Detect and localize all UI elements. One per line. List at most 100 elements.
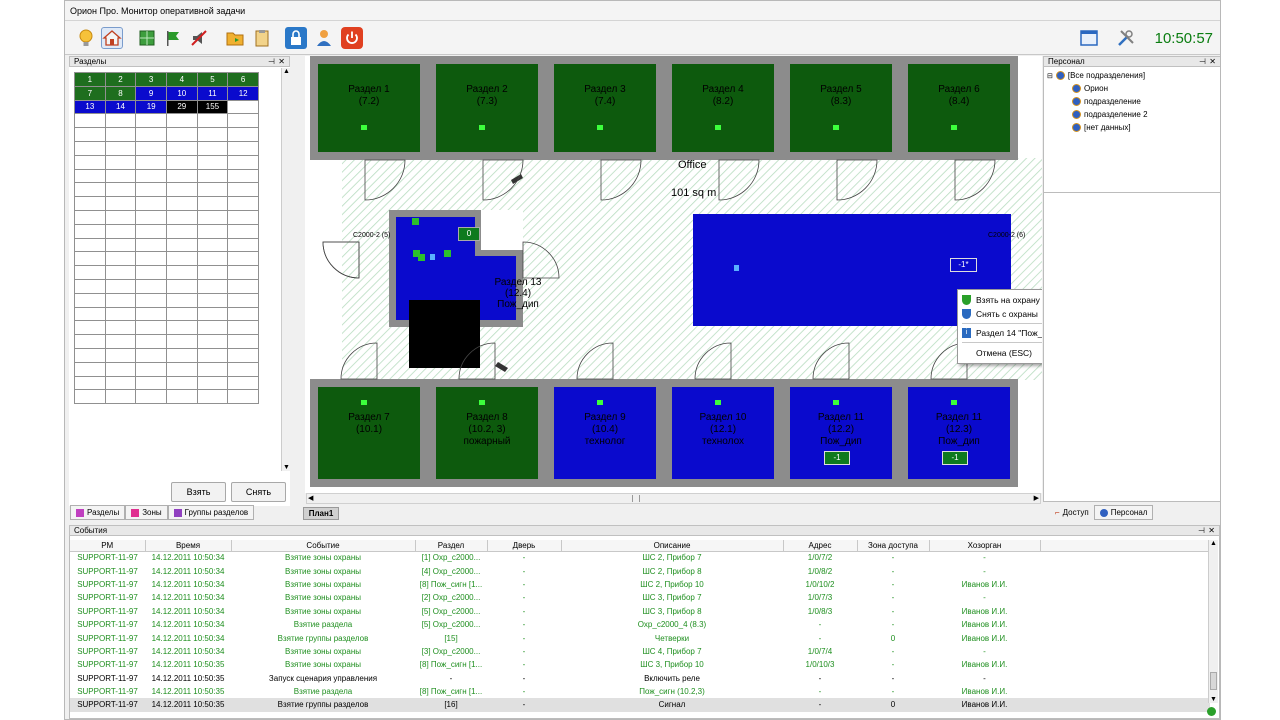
section-cell[interactable]: [227, 127, 259, 142]
scroll-thumb[interactable]: [632, 495, 640, 502]
tab-personnel[interactable]: Персонал: [1093, 505, 1154, 520]
column-header[interactable]: Событие: [231, 540, 416, 552]
table-row[interactable]: SUPPORT-11-97 14.12.2011 10:50:35 Взятие г…: [70, 698, 1210, 712]
section-cell[interactable]: [165, 292, 198, 308]
room-bottom-2[interactable]: Раздел 8 (10.2, 3) пожарный: [436, 412, 538, 448]
lightbulb-icon[interactable]: [75, 27, 97, 49]
section-cell[interactable]: [104, 265, 137, 280]
events-scrollbar[interactable]: ▲ ▼: [1208, 540, 1218, 703]
flag-icon[interactable]: [162, 27, 184, 49]
section-cell[interactable]: [74, 127, 106, 142]
section-cell[interactable]: [196, 306, 229, 322]
table-row[interactable]: SUPPORT-11-97 14.12.2011 10:50:34 Взятие з…: [70, 591, 1210, 604]
tree-item-department-2[interactable]: подразделение 2: [1072, 110, 1148, 119]
window-icon[interactable]: [1078, 27, 1100, 49]
section-cell[interactable]: [227, 347, 259, 363]
section-cell[interactable]: 2: [104, 72, 137, 87]
section-cell[interactable]: 5: [196, 72, 229, 87]
section-cell[interactable]: [104, 223, 137, 239]
pin-icon[interactable]: ⊣: [1198, 526, 1205, 535]
section-cell[interactable]: [227, 334, 259, 349]
section-cell[interactable]: [196, 223, 229, 239]
section-cell[interactable]: [74, 389, 106, 405]
tree-item-department[interactable]: подразделение: [1072, 97, 1141, 106]
pin-icon[interactable]: ⊣: [268, 57, 275, 66]
room-bottom-6[interactable]: Раздел 11 (12.3) Пож_дип: [908, 412, 1010, 448]
section-cell[interactable]: [74, 113, 106, 129]
section-cell[interactable]: [227, 140, 259, 156]
section-cell[interactable]: 13: [74, 99, 106, 115]
section-cell[interactable]: [74, 306, 106, 322]
column-header[interactable]: Описание: [561, 540, 784, 552]
tab-sections[interactable]: Разделы: [70, 505, 126, 520]
section-cell[interactable]: [135, 182, 167, 198]
section-cell[interactable]: [104, 361, 137, 377]
section-cell[interactable]: [165, 196, 198, 211]
scroll-down-icon[interactable]: ▼: [283, 464, 290, 471]
section-cell[interactable]: [74, 320, 106, 336]
section-cell[interactable]: [196, 209, 229, 225]
scroll-down-icon[interactable]: ▼: [1210, 696, 1217, 703]
collapse-icon[interactable]: ⊟: [1047, 72, 1053, 80]
section-cell[interactable]: [74, 209, 106, 225]
section-cell[interactable]: 19: [135, 99, 167, 115]
section-cell[interactable]: [165, 251, 198, 267]
section-cell[interactable]: [196, 251, 229, 267]
section-cell[interactable]: [165, 306, 198, 322]
section-cell[interactable]: 29: [165, 99, 198, 115]
sound-off-icon[interactable]: [188, 27, 210, 49]
menu-item-cancel[interactable]: Отмена (ESC): [976, 346, 1032, 360]
section-cell[interactable]: [196, 168, 229, 184]
section-cell[interactable]: [196, 140, 229, 156]
room-bottom-5[interactable]: Раздел 11 (12.2) Пож_дип: [790, 412, 892, 448]
section-cell[interactable]: [165, 154, 198, 170]
section-cell[interactable]: [165, 361, 198, 377]
section-cell[interactable]: [227, 251, 259, 267]
section-cell[interactable]: [227, 278, 259, 294]
table-row[interactable]: SUPPORT-11-97 14.12.2011 10:50:35 Запуск с…: [70, 672, 1210, 685]
section-cell[interactable]: [104, 237, 137, 253]
section-cell[interactable]: [196, 361, 229, 377]
section-cell[interactable]: [227, 292, 259, 308]
room-top-5[interactable]: Раздел 5 (8.3): [790, 84, 892, 108]
section-cell[interactable]: [165, 127, 198, 142]
section-cell[interactable]: [74, 292, 106, 308]
tab-section-groups[interactable]: Группы разделов: [167, 505, 255, 520]
room-13[interactable]: 0 Раздел 13 (12.4) Пож_дип: [429, 216, 564, 326]
section-cell[interactable]: [135, 361, 167, 377]
section-cell[interactable]: [165, 223, 198, 239]
section-cell[interactable]: [227, 154, 259, 170]
table-row[interactable]: SUPPORT-11-97 14.12.2011 10:50:34 Взятие з…: [70, 578, 1210, 591]
section-cell[interactable]: [135, 196, 167, 211]
section-cell[interactable]: 14: [104, 99, 137, 115]
section-cell[interactable]: [135, 140, 167, 156]
section-cell[interactable]: [227, 265, 259, 280]
folder-icon[interactable]: [224, 27, 246, 49]
section-cell[interactable]: 12: [227, 85, 259, 101]
tab-access[interactable]: ⌐ Доступ: [1050, 505, 1094, 520]
table-row[interactable]: SUPPORT-11-97 14.12.2011 10:50:34 Взятие з…: [70, 551, 1210, 564]
column-header[interactable]: Хозорган: [929, 540, 1041, 552]
column-header[interactable]: РМ: [70, 540, 146, 552]
sections-scrollbar[interactable]: ▲ ▼: [281, 68, 291, 471]
section-cell[interactable]: [196, 127, 229, 142]
room-bottom-1[interactable]: Раздел 7 (10.1): [318, 412, 420, 436]
scroll-left-icon[interactable]: ◀: [308, 494, 313, 502]
table-row[interactable]: SUPPORT-11-97 14.12.2011 10:50:34 Взятие г…: [70, 631, 1210, 644]
section-cell[interactable]: [74, 237, 106, 253]
scroll-up-icon[interactable]: ▲: [283, 68, 290, 75]
section-cell[interactable]: 7: [74, 85, 106, 101]
section-cell[interactable]: [165, 375, 198, 391]
section-cell[interactable]: [74, 251, 106, 267]
plan-horizontal-scrollbar[interactable]: ◀ ▶: [306, 493, 1041, 504]
room-top-3[interactable]: Раздел 3 (7.4): [554, 84, 656, 108]
map-icon[interactable]: [136, 27, 158, 49]
section-cell[interactable]: [165, 389, 198, 405]
clipboard-icon[interactable]: [251, 27, 273, 49]
section-cell[interactable]: [135, 265, 167, 280]
section-cell[interactable]: [196, 347, 229, 363]
section-cell[interactable]: [74, 334, 106, 349]
section-cell[interactable]: [196, 334, 229, 349]
section-cell[interactable]: [74, 375, 106, 391]
section-cell[interactable]: [74, 347, 106, 363]
